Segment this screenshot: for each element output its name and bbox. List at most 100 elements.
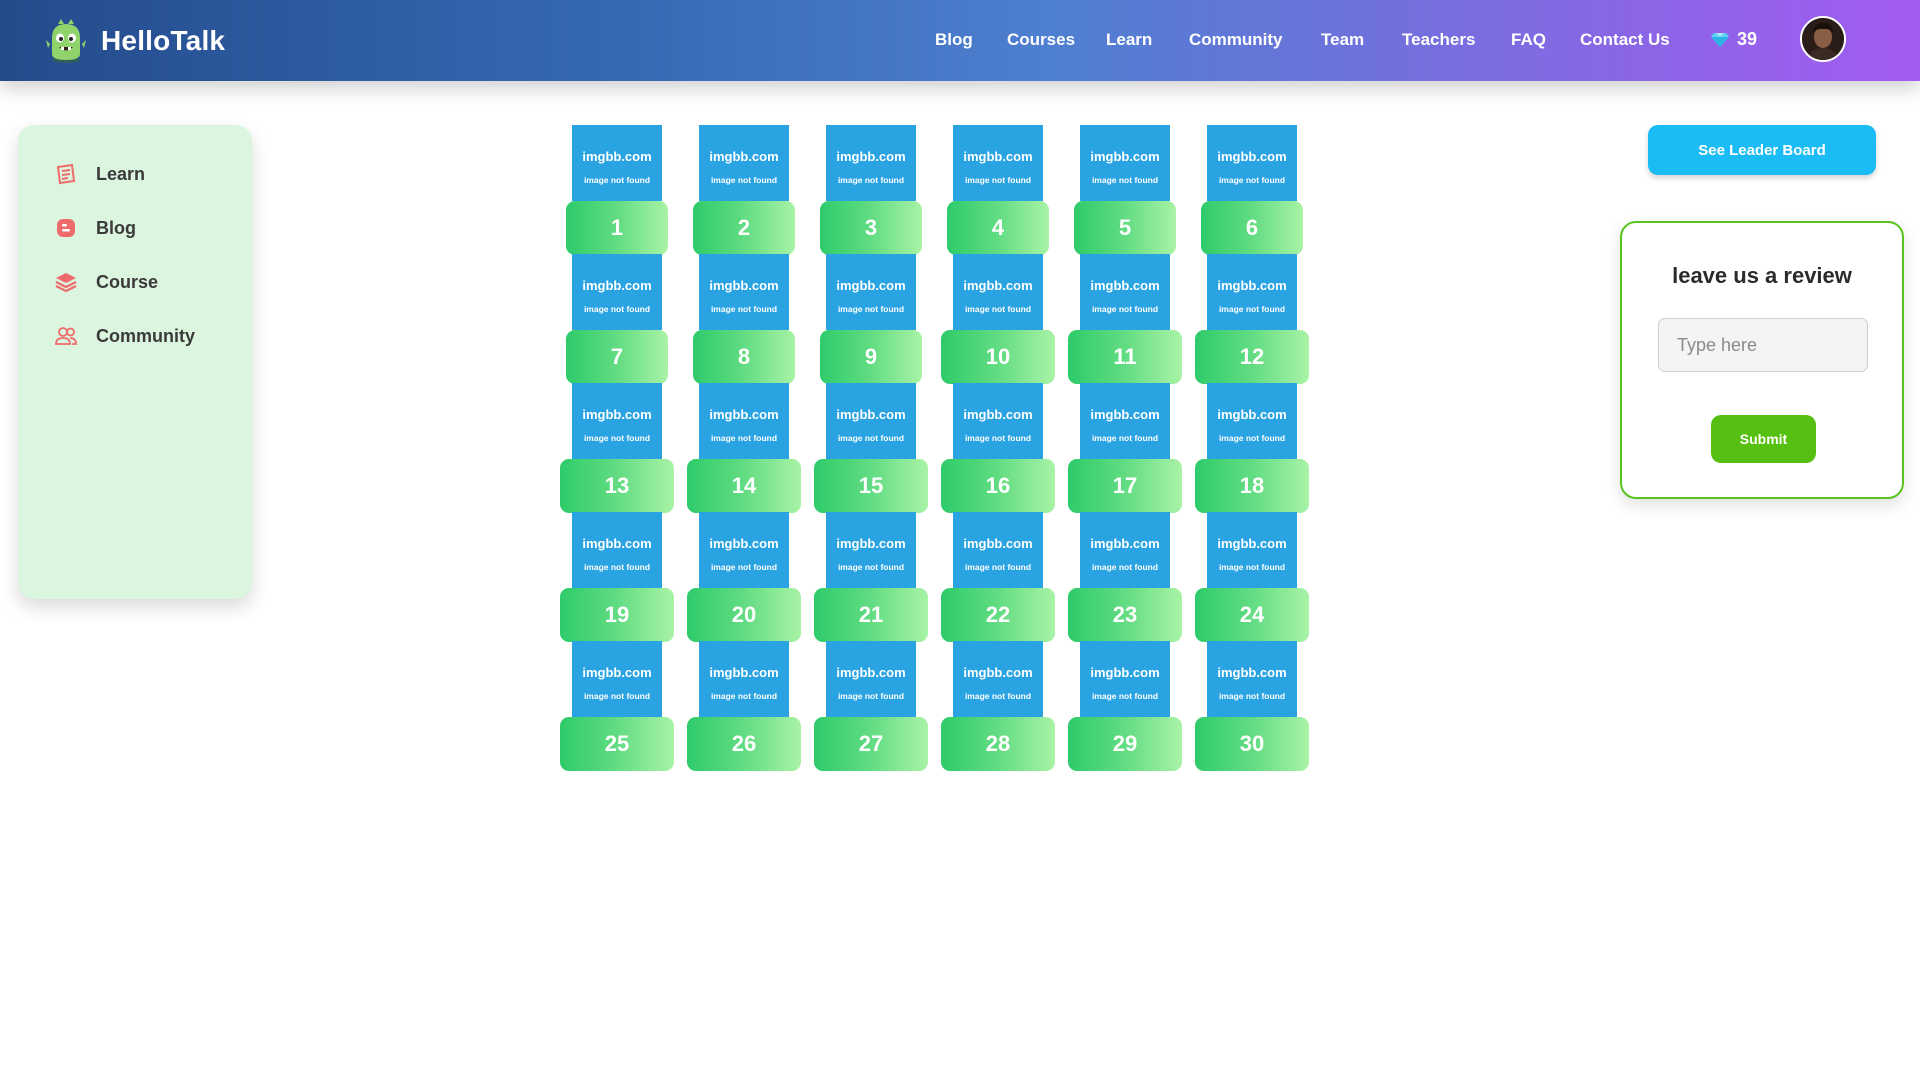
sidebar-item-community[interactable]: Community [54, 324, 195, 348]
lesson-number-button[interactable]: 15 [814, 459, 928, 513]
lesson-image-placeholder: imgbb.comimage not found [1080, 125, 1170, 201]
lesson-image-placeholder: imgbb.com image not found [953, 641, 1043, 717]
lesson-number-button[interactable]: 16 [941, 459, 1055, 513]
lesson-number-button[interactable]: 27 [814, 717, 928, 771]
lesson-number-button[interactable]: 30 [1195, 717, 1309, 771]
lesson-number-button[interactable]: 3 [820, 201, 922, 255]
review-card: leave us a review Submit [1620, 221, 1904, 499]
image-status-label: image not found [953, 691, 1043, 701]
lesson-number-button[interactable]: 23 [1068, 588, 1182, 642]
lesson-number-button[interactable]: 29 [1068, 717, 1182, 771]
lesson-number-button[interactable]: 1 [566, 201, 668, 255]
image-host-label: imgbb.com [1207, 149, 1297, 164]
lesson-number-button[interactable]: 5 [1074, 201, 1176, 255]
lesson-number-button[interactable]: 9 [820, 330, 922, 384]
lesson-image-placeholder: imgbb.comimage not found [1207, 512, 1297, 588]
lesson-image-placeholder: imgbb.com image not found [826, 383, 916, 459]
mascot-logo-icon [44, 18, 88, 64]
sidebar-item-learn[interactable]: Learn [54, 162, 145, 186]
lesson-number-button[interactable]: 8 [693, 330, 795, 384]
nav-link-team[interactable]: Team [1321, 30, 1364, 50]
image-host-label: imgbb.com [1080, 407, 1170, 422]
lesson-number-button[interactable]: 26 [687, 717, 801, 771]
image-host-label: imgbb.com [826, 278, 916, 293]
lesson-image-placeholder: imgbb.comimage not found [826, 125, 916, 201]
nav-link-blog[interactable]: Blog [935, 30, 973, 50]
image-status-label: image not found [699, 691, 789, 701]
image-host-label: imgbb.com [953, 149, 1043, 164]
review-title: leave us a review [1622, 263, 1902, 289]
lesson-number-button[interactable]: 17 [1068, 459, 1182, 513]
lesson-number-button[interactable]: 22 [941, 588, 1055, 642]
lesson-image-placeholder: imgbb.comimage not found [699, 125, 789, 201]
lesson-number-button[interactable]: 10 [941, 330, 1055, 384]
nav-link-courses[interactable]: Courses [1007, 30, 1075, 50]
image-host-label: imgbb.com [572, 665, 662, 680]
nav-link-teachers[interactable]: Teachers [1402, 30, 1475, 50]
lesson-number-button[interactable]: 18 [1195, 459, 1309, 513]
image-host-label: imgbb.com [953, 665, 1043, 680]
lesson-image-placeholder: imgbb.comimage not found [699, 254, 789, 330]
image-host-label: imgbb.com [1080, 536, 1170, 551]
image-status-label: image not found [572, 304, 662, 314]
brand-logo[interactable]: HelloTalk [44, 18, 225, 64]
lesson-number-button[interactable]: 20 [687, 588, 801, 642]
image-host-label: imgbb.com [699, 536, 789, 551]
avatar[interactable] [1800, 16, 1846, 62]
lesson-number-button[interactable]: 7 [566, 330, 668, 384]
lesson-number-button[interactable]: 14 [687, 459, 801, 513]
review-input[interactable] [1658, 318, 1868, 372]
lesson-image-placeholder: imgbb.comimage not found [953, 512, 1043, 588]
layers-icon [54, 270, 78, 294]
lesson-image-placeholder: imgbb.com image not found [699, 641, 789, 717]
lesson-image-placeholder: imgbb.comimage not found [1080, 512, 1170, 588]
image-status-label: image not found [1080, 691, 1170, 701]
lesson-image-placeholder: imgbb.comimage not found [1080, 641, 1170, 717]
sidebar: Learn Blog Course [18, 125, 252, 599]
lesson-number-button[interactable]: 25 [560, 717, 674, 771]
nav-link-faq[interactable]: FAQ [1511, 30, 1546, 50]
see-leader-board-button[interactable]: See Leader Board [1648, 125, 1876, 175]
image-host-label: imgbb.com [826, 407, 916, 422]
image-host-label: imgbb.com [953, 278, 1043, 293]
lesson-number-button[interactable]: 11 [1068, 330, 1182, 384]
image-host-label: imgbb.com [572, 407, 662, 422]
sidebar-item-course[interactable]: Course [54, 270, 158, 294]
lesson-number-button[interactable]: 4 [947, 201, 1049, 255]
image-status-label: image not found [1207, 175, 1297, 185]
lesson-number-button[interactable]: 24 [1195, 588, 1309, 642]
image-status-label: image not found [1207, 433, 1297, 443]
lesson-image-placeholder: imgbb.comimage not found [1207, 254, 1297, 330]
nav-link-community[interactable]: Community [1189, 30, 1283, 50]
image-status-label: image not found [826, 433, 916, 443]
image-status-label: image not found [953, 562, 1043, 572]
lesson-number-button[interactable]: 19 [560, 588, 674, 642]
lesson-number-button[interactable]: 28 [941, 717, 1055, 771]
lesson-number-button[interactable]: 21 [814, 588, 928, 642]
lesson-image-placeholder: imgbb.comimage not found [826, 641, 916, 717]
lesson-number-button[interactable]: 6 [1201, 201, 1303, 255]
lesson-number-button[interactable]: 12 [1195, 330, 1309, 384]
image-status-label: image not found [826, 175, 916, 185]
top-navbar: HelloTalk Blog Courses Learn Community T… [0, 0, 1920, 81]
nav-link-contact-us[interactable]: Contact Us [1580, 30, 1670, 50]
lesson-number-button[interactable]: 13 [560, 459, 674, 513]
lesson-image-placeholder: imgbb.com image not found [572, 254, 662, 330]
sidebar-item-label: Learn [96, 164, 145, 185]
lesson-image-placeholder: imgbb.comimage not found [1080, 254, 1170, 330]
nav-link-learn[interactable]: Learn [1106, 30, 1152, 50]
image-host-label: imgbb.com [699, 665, 789, 680]
lesson-image-placeholder: imgbb.comimage not found [826, 254, 916, 330]
image-host-label: imgbb.com [699, 407, 789, 422]
lesson-image-placeholder: imgbb.comimage not found [1080, 383, 1170, 459]
image-status-label: image not found [953, 175, 1043, 185]
image-host-label: imgbb.com [572, 278, 662, 293]
brand-name: HelloTalk [101, 25, 225, 57]
sidebar-item-label: Blog [96, 218, 136, 239]
submit-button[interactable]: Submit [1711, 415, 1816, 463]
lesson-number-button[interactable]: 2 [693, 201, 795, 255]
image-status-label: image not found [1080, 175, 1170, 185]
image-host-label: imgbb.com [699, 278, 789, 293]
image-host-label: imgbb.com [953, 407, 1043, 422]
sidebar-item-blog[interactable]: Blog [54, 216, 136, 240]
